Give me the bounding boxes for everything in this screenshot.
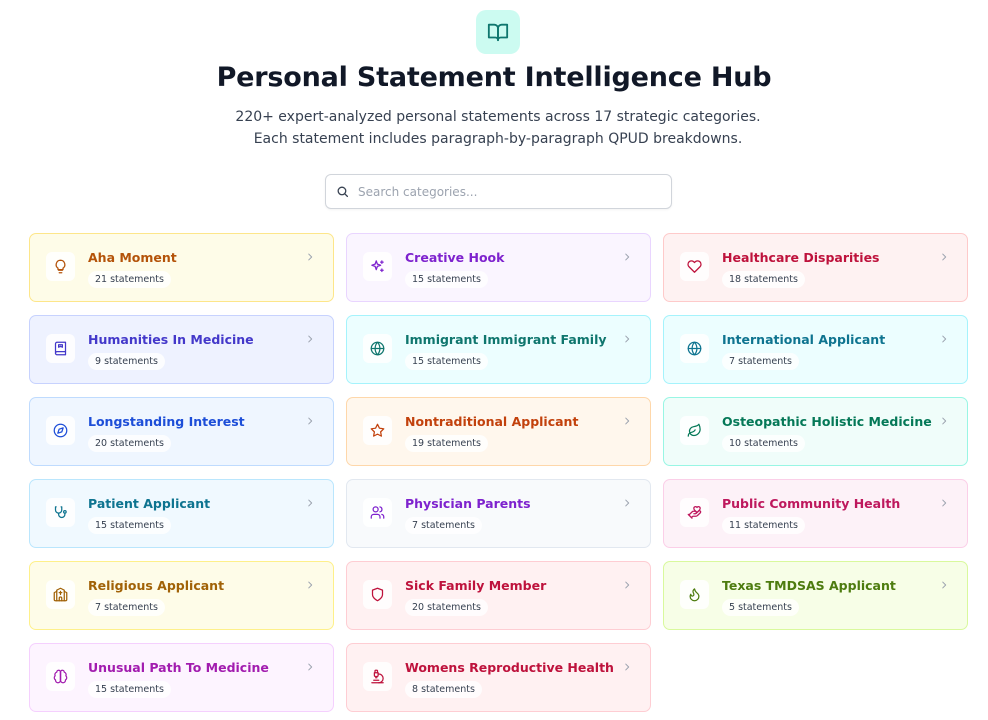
chevron-right-icon	[622, 334, 632, 344]
category-name: Womens Reproductive Health	[405, 660, 614, 675]
chevron-right-icon	[622, 580, 632, 590]
category-card-texas-tmdsas-applicant[interactable]: Texas TMDSAS Applicant 5 statements	[663, 561, 968, 630]
chevron-right-icon	[305, 416, 315, 426]
chevron-right-icon	[305, 662, 315, 672]
flame-icon	[680, 580, 709, 609]
statement-count-badge: 15 statements	[88, 681, 171, 698]
globe-icon	[680, 334, 709, 363]
category-card-womens-reproductive-health[interactable]: Womens Reproductive Health 8 statements	[346, 643, 651, 712]
chevron-right-icon	[305, 334, 315, 344]
category-name: Healthcare Disparities	[722, 250, 880, 265]
page-title: Personal Statement Intelligence Hub	[216, 62, 772, 93]
search-box[interactable]	[325, 174, 672, 209]
category-card-immigrant-immigrant-family[interactable]: Immigrant Immigrant Family 15 statements	[346, 315, 651, 384]
category-name: Osteopathic Holistic Medicine	[722, 414, 932, 429]
statement-count-badge: 21 statements	[88, 271, 171, 288]
category-card-longstanding-interest[interactable]: Longstanding Interest 20 statements	[29, 397, 334, 466]
category-name: International Applicant	[722, 332, 886, 347]
chevron-right-icon	[939, 498, 949, 508]
category-card-sick-family-member[interactable]: Sick Family Member 20 statements	[346, 561, 651, 630]
category-name: Immigrant Immigrant Family	[405, 332, 607, 347]
globe-icon	[363, 334, 392, 363]
chevron-right-icon	[622, 416, 632, 426]
chevron-right-icon	[622, 662, 632, 672]
category-card-nontraditional-applicant[interactable]: Nontraditional Applicant 19 statements	[346, 397, 651, 466]
search-input[interactable]	[358, 184, 648, 199]
users-icon	[363, 498, 392, 527]
category-name: Patient Applicant	[88, 496, 211, 511]
chevron-right-icon	[305, 252, 315, 262]
church-icon	[46, 580, 75, 609]
statement-count-badge: 5 statements	[722, 599, 799, 616]
category-card-creative-hook[interactable]: Creative Hook 15 statements	[346, 233, 651, 302]
hand-heart-icon	[680, 498, 709, 527]
statement-count-badge: 19 statements	[405, 435, 488, 452]
category-name: Nontraditional Applicant	[405, 414, 579, 429]
chevron-right-icon	[305, 498, 315, 508]
statement-count-badge: 15 statements	[405, 353, 488, 370]
book-icon	[46, 334, 75, 363]
category-name: Aha Moment	[88, 250, 177, 265]
chevron-right-icon	[622, 252, 632, 262]
statement-count-badge: 8 statements	[405, 681, 482, 698]
statement-count-badge: 20 statements	[88, 435, 171, 452]
category-card-patient-applicant[interactable]: Patient Applicant 15 statements	[29, 479, 334, 548]
statement-count-badge: 15 statements	[405, 271, 488, 288]
chevron-right-icon	[305, 580, 315, 590]
page-subtitle: 220+ expert-analyzed personal statements…	[235, 109, 761, 147]
search-icon	[336, 185, 349, 198]
category-card-public-community-health[interactable]: Public Community Health 11 statements	[663, 479, 968, 548]
chevron-right-icon	[939, 416, 949, 426]
book-open-icon	[476, 10, 520, 54]
category-card-osteopathic-holistic-medicine[interactable]: Osteopathic Holistic Medicine 10 statemen…	[663, 397, 968, 466]
statement-count-badge: 18 statements	[722, 271, 805, 288]
category-name: Sick Family Member	[405, 578, 547, 593]
shield-icon	[363, 580, 392, 609]
microscope-icon	[363, 662, 392, 691]
category-card-physician-parents[interactable]: Physician Parents 7 statements	[346, 479, 651, 548]
statement-count-badge: 9 statements	[88, 353, 165, 370]
category-card-aha-moment[interactable]: Aha Moment 21 statements	[29, 233, 334, 302]
category-card-religious-applicant[interactable]: Religious Applicant 7 statements	[29, 561, 334, 630]
category-name: Longstanding Interest	[88, 414, 245, 429]
statement-count-badge: 15 statements	[88, 517, 171, 534]
statement-count-badge: 7 statements	[722, 353, 799, 370]
category-name: Creative Hook	[405, 250, 505, 265]
category-card-healthcare-disparities[interactable]: Healthcare Disparities 18 statements	[663, 233, 968, 302]
chevron-right-icon	[939, 334, 949, 344]
category-name: Texas TMDSAS Applicant	[722, 578, 896, 593]
category-name: Physician Parents	[405, 496, 531, 511]
chevron-right-icon	[622, 498, 632, 508]
category-card-unusual-path-to-medicine[interactable]: Unusual Path To Medicine 15 statements	[29, 643, 334, 712]
category-card-humanities-in-medicine[interactable]: Humanities In Medicine 9 statements	[29, 315, 334, 384]
category-name: Humanities In Medicine	[88, 332, 254, 347]
leaf-icon	[680, 416, 709, 445]
compass-icon	[46, 416, 75, 445]
statement-count-badge: 10 statements	[722, 435, 805, 452]
star-icon	[363, 416, 392, 445]
statement-count-badge: 20 statements	[405, 599, 488, 616]
brain-icon	[46, 662, 75, 691]
lightbulb-icon	[46, 252, 75, 281]
statement-count-badge: 7 statements	[88, 599, 165, 616]
chevron-right-icon	[939, 252, 949, 262]
sparkles-icon	[363, 252, 392, 281]
stethoscope-icon	[46, 498, 75, 527]
chevron-right-icon	[939, 580, 949, 590]
heart-icon	[680, 252, 709, 281]
category-name: Public Community Health	[722, 496, 901, 511]
category-grid: Aha Moment 21 statements Creative Hook 15 s…	[29, 233, 969, 712]
category-name: Unusual Path To Medicine	[88, 660, 269, 675]
statement-count-badge: 7 statements	[405, 517, 482, 534]
statement-count-badge: 11 statements	[722, 517, 805, 534]
category-card-international-applicant[interactable]: International Applicant 7 statements	[663, 315, 968, 384]
category-name: Religious Applicant	[88, 578, 225, 593]
